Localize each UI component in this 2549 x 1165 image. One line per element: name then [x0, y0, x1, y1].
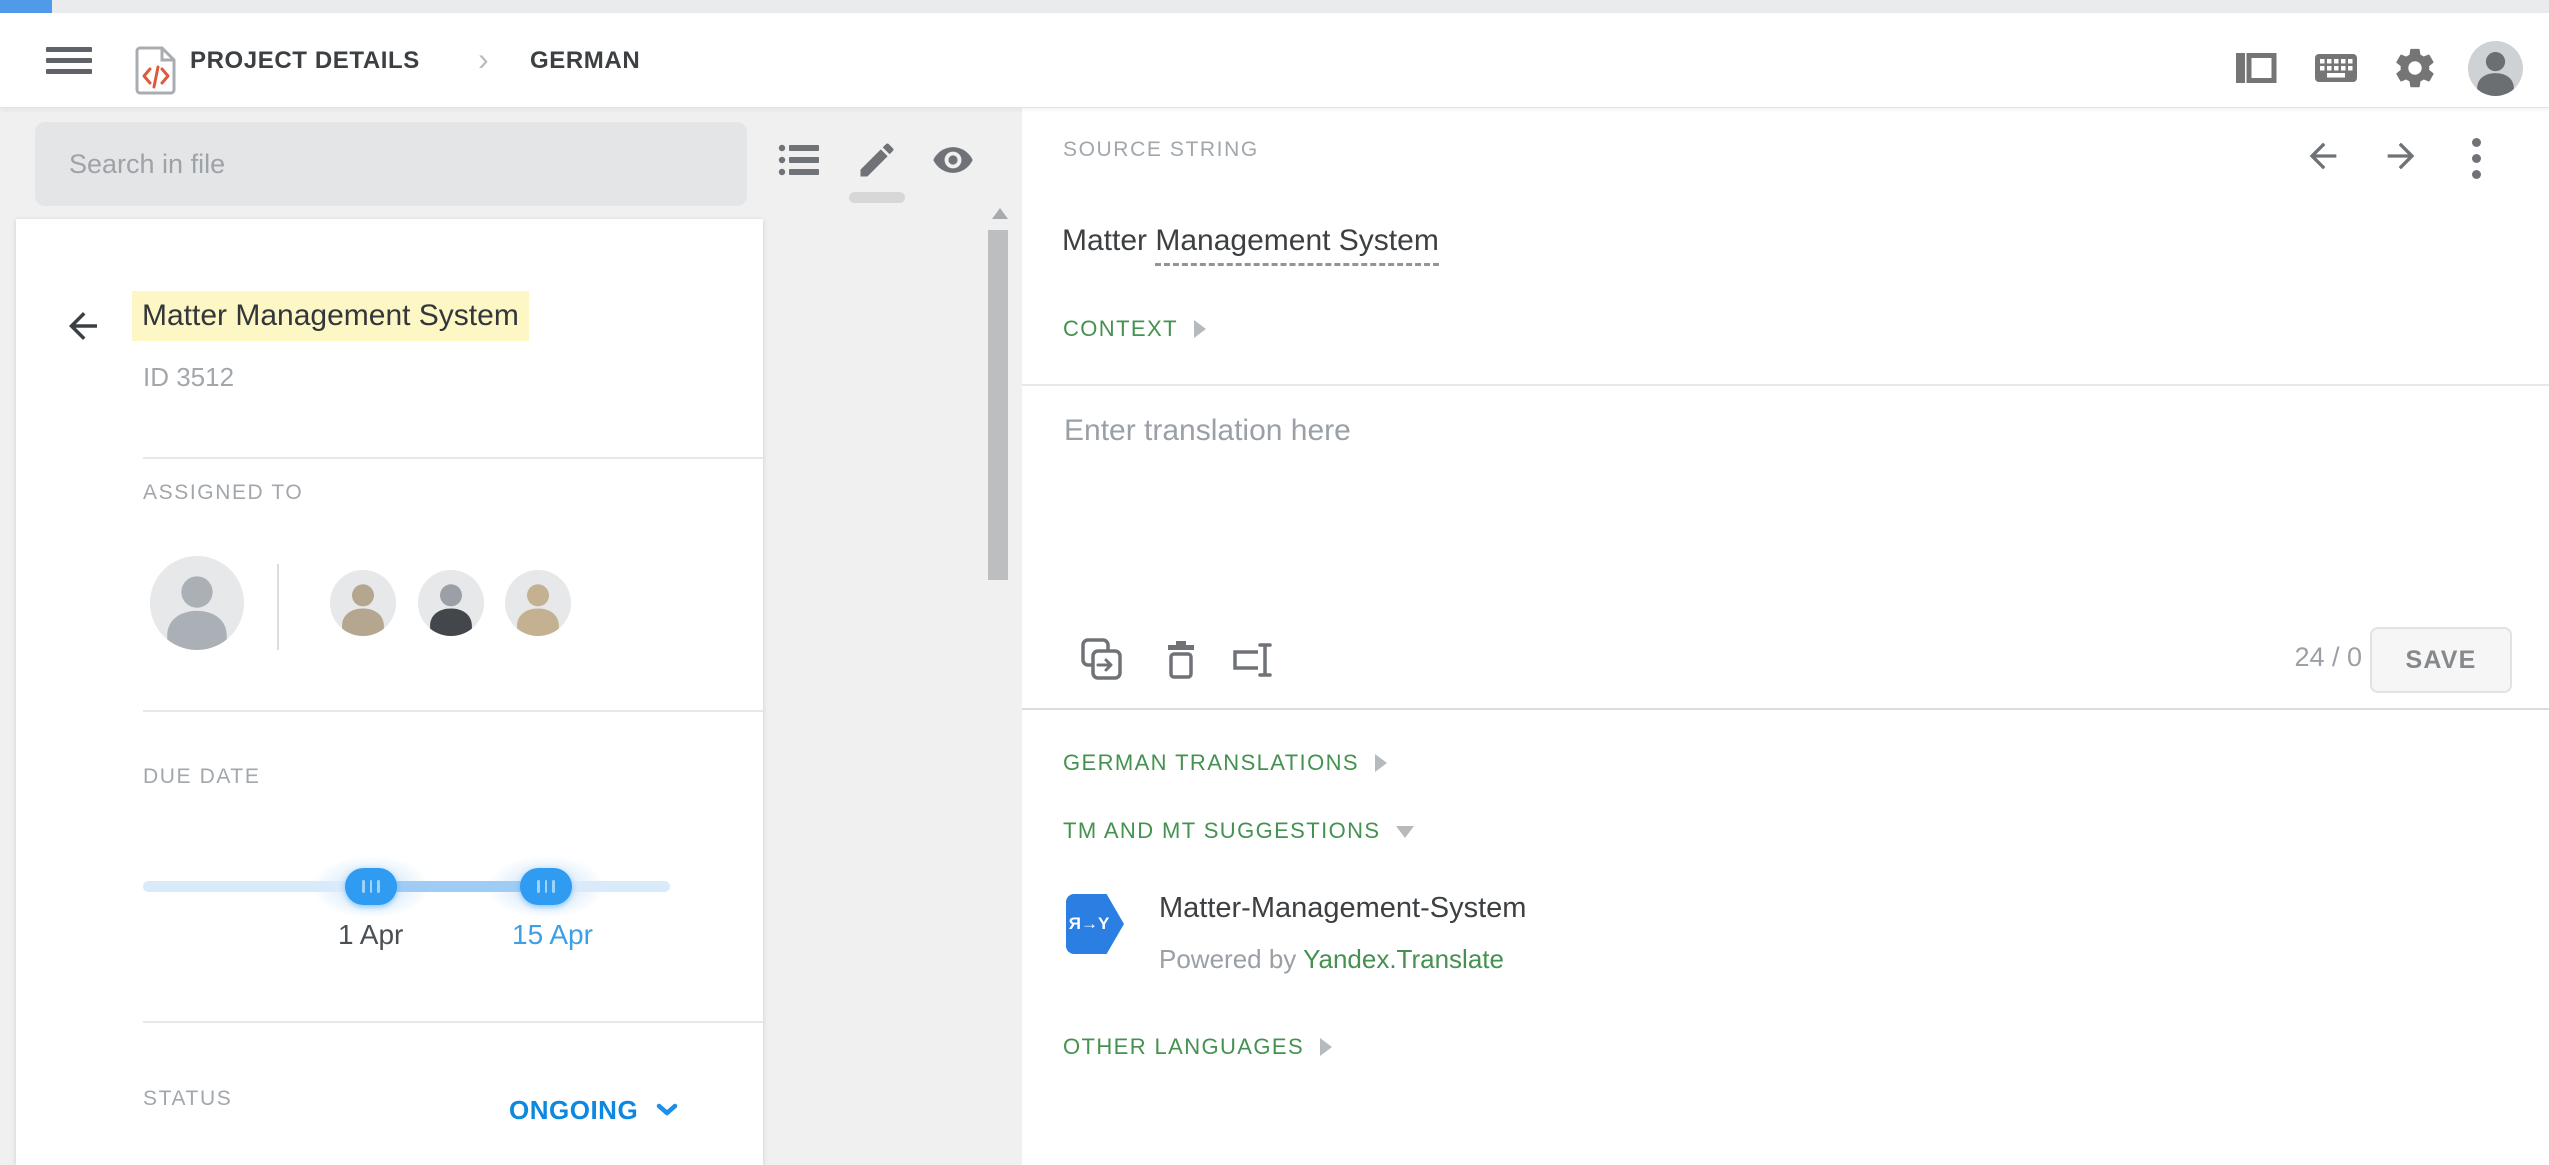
editor-divider	[1022, 708, 2549, 710]
source-file-icon	[134, 45, 178, 95]
breadcrumb-file[interactable]: GERMAN	[530, 47, 640, 75]
scrollbar-thumb[interactable]	[988, 230, 1008, 580]
preview-eye-icon[interactable]	[931, 138, 975, 182]
mt-suggestion-row[interactable]: Я→Y Matter-Management-System Powered by …	[1066, 888, 1966, 998]
triangle-right-icon	[1194, 320, 1206, 338]
editor-divider	[1022, 384, 2549, 386]
clear-text-cursor-icon[interactable]	[1231, 636, 1279, 684]
delete-translation-icon[interactable]	[1157, 636, 1205, 684]
assignee-avatar-3[interactable]	[418, 570, 484, 636]
source-string-label: SOURCE STRING	[1063, 138, 1259, 162]
edit-mode-pencil-icon[interactable]	[855, 138, 899, 182]
string-title: Matter Management System	[132, 299, 529, 333]
keyboard-shortcuts-icon[interactable]	[2313, 45, 2359, 91]
due-date-label: DUE DATE	[143, 765, 260, 789]
edit-mode-active-indicator	[849, 192, 905, 203]
card-divider	[143, 710, 763, 712]
breadcrumb-chevron-icon: ›	[478, 41, 489, 78]
due-date-slider-handle-start[interactable]	[345, 868, 397, 905]
menu-icon[interactable]	[46, 47, 92, 74]
copy-source-icon[interactable]	[1078, 636, 1126, 684]
file-strings-panel: Matter Management System ID 3512 ASSIGNE…	[0, 108, 1022, 1165]
string-list-icon[interactable]	[777, 138, 821, 182]
assignee-avatar-2[interactable]	[330, 570, 396, 636]
suggestion-text: Matter-Management-System	[1159, 892, 1526, 925]
assignee-avatar-primary[interactable]	[150, 556, 244, 650]
card-divider	[143, 457, 763, 459]
side-by-side-mode-icon[interactable]	[2232, 45, 2278, 91]
string-id: ID 3512	[143, 362, 234, 393]
suggestion-provider-line: Powered by Yandex.Translate	[1159, 944, 1504, 975]
next-string-arrow-icon[interactable]	[2381, 136, 2421, 176]
more-options-kebab-icon[interactable]	[2472, 138, 2482, 186]
user-avatar[interactable]	[2468, 41, 2523, 96]
character-counter: 24 / 0	[2262, 642, 2362, 673]
yandex-translate-badge-icon: Я→Y	[1066, 894, 1124, 954]
search-input[interactable]	[35, 122, 747, 206]
translation-editor-panel: SOURCE STRING Matter Management System C…	[1022, 108, 2549, 1165]
status-label: STATUS	[143, 1087, 232, 1111]
german-translations-toggle[interactable]: GERMAN TRANSLATIONS	[1063, 750, 1387, 776]
scrollbar-up-arrow[interactable]	[992, 208, 1008, 219]
assignee-avatar-4[interactable]	[505, 570, 571, 636]
card-divider	[143, 1021, 763, 1023]
back-arrow-icon[interactable]	[62, 305, 104, 347]
avatar-divider	[277, 564, 279, 650]
save-button[interactable]: SAVE	[2370, 627, 2512, 693]
active-tab-indicator	[0, 0, 52, 13]
due-date-end[interactable]: 15 Apr	[512, 919, 593, 951]
tm-mt-suggestions-toggle[interactable]: TM AND MT SUGGESTIONS	[1063, 818, 1414, 844]
previous-string-arrow-icon[interactable]	[2303, 136, 2343, 176]
status-value: ONGOING	[509, 1095, 638, 1125]
string-detail-card: Matter Management System ID 3512 ASSIGNE…	[16, 219, 763, 1165]
source-term-dashed: Management System	[1155, 224, 1438, 266]
other-languages-toggle[interactable]: OTHER LANGUAGES	[1063, 1034, 1332, 1060]
triangle-right-icon	[1320, 1038, 1332, 1056]
breadcrumb-project[interactable]: PROJECT DETAILS	[190, 47, 420, 75]
due-date-slider-handle-end[interactable]	[520, 868, 572, 905]
app-header: PROJECT DETAILS › GERMAN	[0, 13, 2549, 108]
due-date-start: 1 Apr	[338, 919, 403, 951]
status-dropdown[interactable]: ONGOING	[509, 1095, 678, 1126]
settings-gear-icon[interactable]	[2392, 45, 2438, 91]
assigned-to-label: ASSIGNED TO	[143, 481, 303, 505]
chevron-down-icon	[656, 1103, 678, 1117]
provider-link[interactable]: Yandex.Translate	[1303, 944, 1504, 974]
triangle-down-icon	[1396, 826, 1414, 838]
source-string-text: Matter Management System	[1062, 224, 1439, 258]
browser-strip	[0, 0, 2549, 13]
triangle-right-icon	[1375, 754, 1387, 772]
context-section-toggle[interactable]: CONTEXT	[1063, 316, 1206, 342]
